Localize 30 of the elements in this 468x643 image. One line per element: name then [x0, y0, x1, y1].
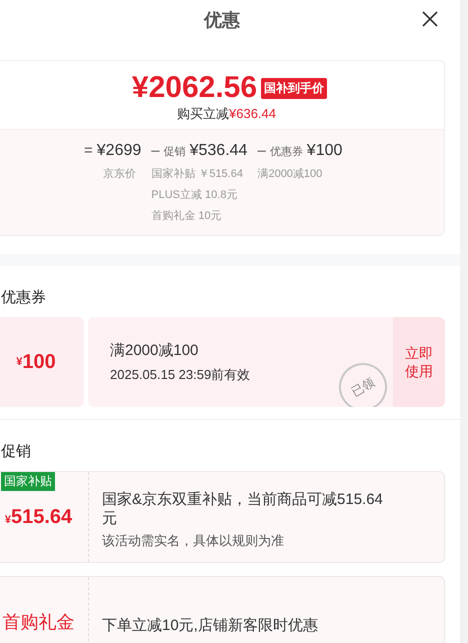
breakdown-label: 促销 [164, 145, 186, 159]
breakdown-detail: 首购礼金 10元 [151, 208, 223, 223]
breakdown-detail: 满2000减100 [257, 167, 324, 181]
breakdown-label: 优惠券 [270, 144, 303, 159]
breakdown-amount: ¥2699 [96, 142, 142, 160]
breakdown-detail: 国家补贴 ￥515.64 [151, 166, 244, 181]
subsidy-tag: 国家补贴 [1, 472, 55, 491]
breakdown-detail: PLUS立减 10.8元 [151, 188, 238, 202]
saving-text: 购买立减¥636.44 [177, 105, 276, 123]
coupon-amount: ¥100 [0, 317, 84, 407]
promotion-amount: ¥515.64 [4, 506, 72, 528]
coupon-condition: 满2000减100 [110, 341, 198, 360]
breakdown-amount: ¥536.44 [190, 142, 248, 160]
dialog-title: 优惠 [204, 9, 240, 32]
close-icon[interactable] [422, 11, 438, 27]
section-title: 优惠券 [1, 288, 47, 307]
price-badge: 国补到手价 [261, 78, 328, 98]
use-now-button[interactable]: 立即使用 [393, 317, 445, 407]
section-title: 促销 [1, 442, 32, 461]
promotion-label: 首购礼金 [2, 611, 74, 634]
coupon-validity: 2025.05.15 23:59前有效 [110, 366, 250, 384]
breakdown-detail: 京东价 [103, 166, 136, 181]
promotion-description: 下单立减10元,店铺新客限时优惠 [102, 616, 319, 634]
breakdown-amount: ¥100 [306, 142, 342, 160]
promotion-description: 国家&京东双重补贴，当前商品可减515.64元 [102, 490, 384, 528]
operator-sign: – [257, 142, 266, 159]
final-price: ¥2062.56 [132, 71, 258, 105]
operator-sign: = [84, 142, 93, 159]
promotion-note: 该活动需实名，具体以规则为准 [102, 532, 285, 550]
operator-sign: – [151, 142, 160, 159]
